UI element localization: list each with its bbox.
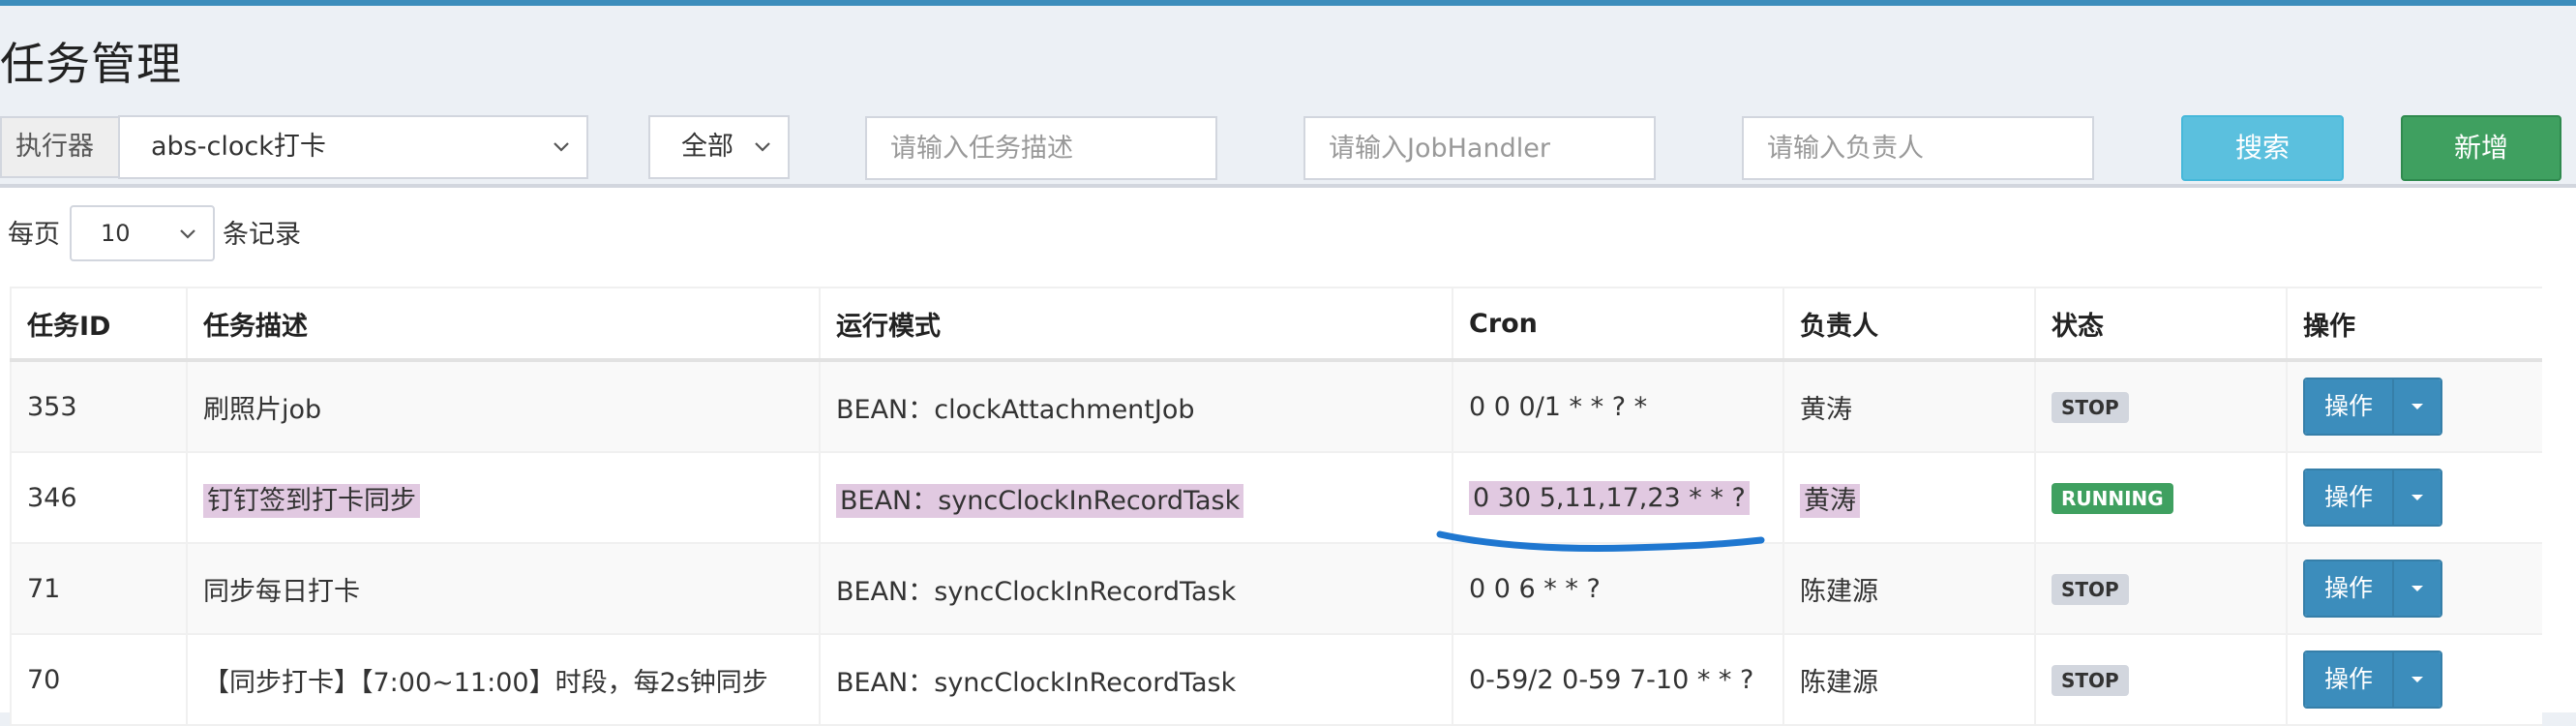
header-run-mode[interactable]: 运行模式: [819, 287, 1453, 362]
caret-down-icon: [2411, 404, 2423, 409]
chevron-down-icon: [755, 142, 770, 152]
caret-down-icon: [2411, 677, 2423, 682]
trigger-status-select[interactable]: 全部: [648, 115, 790, 179]
job-handler-input[interactable]: [1303, 116, 1656, 180]
add-job-button[interactable]: 新增: [2401, 115, 2561, 181]
action-split-button: 操作: [2303, 560, 2442, 618]
cell-status: STOP: [2034, 360, 2287, 453]
cell-owner: 黄涛: [1782, 452, 2035, 544]
cell-run-mode: BEAN：syncClockInRecordTask: [819, 634, 1453, 726]
highlighted-text: 钉钉签到打卡同步: [203, 483, 420, 518]
table-row: 71 同步每日打卡 BEAN：syncClockInRecordTask 0 0…: [10, 543, 2542, 635]
cell-actions: 操作: [2286, 634, 2542, 726]
cell-actions: 操作: [2286, 543, 2542, 635]
header-status[interactable]: 状态: [2034, 287, 2287, 362]
annotation-underline: [1436, 530, 1765, 552]
action-button[interactable]: 操作: [2305, 652, 2392, 707]
cell-status: STOP: [2034, 543, 2287, 635]
action-button[interactable]: 操作: [2305, 561, 2392, 616]
page-length-suffix: 条记录: [223, 220, 301, 250]
search-button[interactable]: 搜索: [2181, 115, 2344, 181]
status-badge: RUNNING: [2052, 482, 2173, 514]
page-length-prefix: 每页: [8, 220, 60, 250]
executor-addon-label: 执行器: [0, 116, 118, 178]
cell-job-desc: 刷照片job: [186, 360, 820, 453]
cell-cron: 0 0 0/1 * * ? *: [1452, 360, 1783, 453]
status-badge: STOP: [2052, 664, 2129, 696]
header-owner[interactable]: 负责人: [1782, 287, 2035, 362]
status-badge: STOP: [2052, 391, 2129, 423]
owner-input[interactable]: [1742, 116, 2094, 180]
cell-job-id: 70: [10, 634, 187, 726]
top-accent-strip: [0, 0, 2576, 6]
table-row: 353 刷照片job BEAN：clockAttachmentJob 0 0 0…: [10, 360, 2542, 453]
cell-job-id: 71: [10, 543, 187, 635]
chevron-down-icon: [554, 142, 569, 152]
page-length-value: 10: [101, 220, 131, 247]
trigger-status-value: 全部: [681, 132, 734, 162]
cell-actions: 操作: [2286, 360, 2542, 453]
highlighted-text: 0 30 5,11,17,23 * * ?: [1469, 480, 1750, 515]
executor-select-value: abs-clock打卡: [151, 132, 326, 162]
action-split-button: 操作: [2303, 650, 2442, 709]
action-button[interactable]: 操作: [2305, 379, 2392, 434]
job-table: 任务ID 任务描述 运行模式 Cron 负责人 状态 操作 353 刷照片job…: [10, 287, 2542, 726]
cell-run-mode: BEAN：clockAttachmentJob: [819, 360, 1453, 453]
executor-select[interactable]: abs-clock打卡: [118, 115, 588, 179]
cell-status: STOP: [2034, 634, 2287, 726]
table-row: 346 钉钉签到打卡同步 BEAN：syncClockInRecordTask …: [10, 452, 2542, 544]
chevron-down-icon: [180, 229, 195, 239]
page-title: 任务管理: [0, 38, 182, 90]
cell-job-id: 353: [10, 360, 187, 453]
action-dropdown-toggle[interactable]: [2392, 652, 2441, 707]
caret-down-icon: [2411, 495, 2423, 500]
page-length-select[interactable]: 10: [70, 205, 215, 261]
cell-cron: 0-59/2 0-59 7-10 * * ?: [1452, 634, 1783, 726]
cell-owner: 陈建源: [1782, 634, 2035, 726]
cell-job-id: 346: [10, 452, 187, 544]
cell-job-desc: 同步每日打卡: [186, 543, 820, 635]
highlighted-text: BEAN：syncClockInRecordTask: [836, 483, 1244, 518]
header-job-id[interactable]: 任务ID: [10, 287, 187, 362]
header-actions: 操作: [2286, 287, 2542, 362]
cell-job-desc: 钉钉签到打卡同步: [186, 452, 820, 544]
highlighted-text: 黄涛: [1800, 483, 1860, 518]
status-badge: STOP: [2052, 573, 2129, 605]
caret-down-icon: [2411, 586, 2423, 591]
table-row: 70 【同步打卡】【7:00~11:00】时段，每2s钟同步 BEAN：sync…: [10, 634, 2542, 726]
table-header-row: 任务ID 任务描述 运行模式 Cron 负责人 状态 操作: [10, 287, 2542, 362]
cell-run-mode: BEAN：syncClockInRecordTask: [819, 543, 1453, 635]
cell-job-desc: 【同步打卡】【7:00~11:00】时段，每2s钟同步: [186, 634, 820, 726]
cell-actions: 操作: [2286, 452, 2542, 544]
action-dropdown-toggle[interactable]: [2392, 561, 2441, 616]
header-job-desc[interactable]: 任务描述: [186, 287, 820, 362]
action-split-button: 操作: [2303, 378, 2442, 436]
cell-owner: 陈建源: [1782, 543, 2035, 635]
cell-owner: 黄涛: [1782, 360, 2035, 453]
cell-cron: 0 0 6 * * ?: [1452, 543, 1783, 635]
action-button[interactable]: 操作: [2305, 470, 2392, 525]
cell-status: RUNNING: [2034, 452, 2287, 544]
action-dropdown-toggle[interactable]: [2392, 379, 2441, 434]
header-cron[interactable]: Cron: [1452, 287, 1783, 362]
cell-run-mode: BEAN：syncClockInRecordTask: [819, 452, 1453, 544]
job-desc-input[interactable]: [865, 116, 1217, 180]
action-split-button: 操作: [2303, 469, 2442, 527]
action-dropdown-toggle[interactable]: [2392, 470, 2441, 525]
